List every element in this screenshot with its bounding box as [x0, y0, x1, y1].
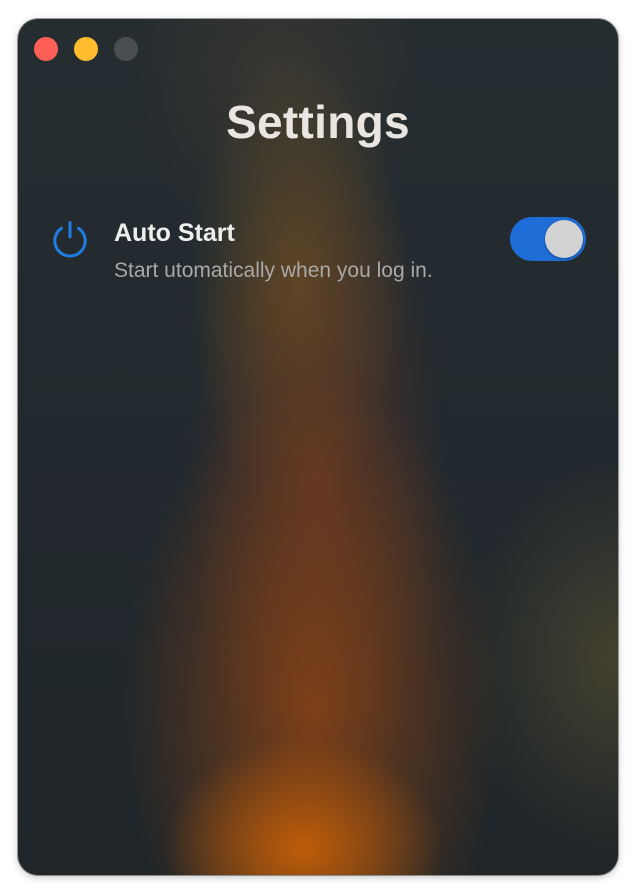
- setting-label: Auto Start: [114, 219, 235, 247]
- zoom-window-button[interactable]: [114, 37, 138, 61]
- setting-row-auto-start: Auto Start Start utomatically when you l…: [18, 209, 618, 299]
- auto-start-toggle[interactable]: [510, 217, 586, 261]
- setting-description: Start utomatically when you log in.: [114, 259, 433, 282]
- power-icon: [50, 219, 90, 259]
- toggle-knob: [545, 220, 583, 258]
- close-window-button[interactable]: [34, 37, 58, 61]
- minimize-window-button[interactable]: [74, 37, 98, 61]
- settings-window: Settings Auto Start Start utomatically w…: [18, 19, 618, 875]
- page-title: Settings: [226, 96, 410, 148]
